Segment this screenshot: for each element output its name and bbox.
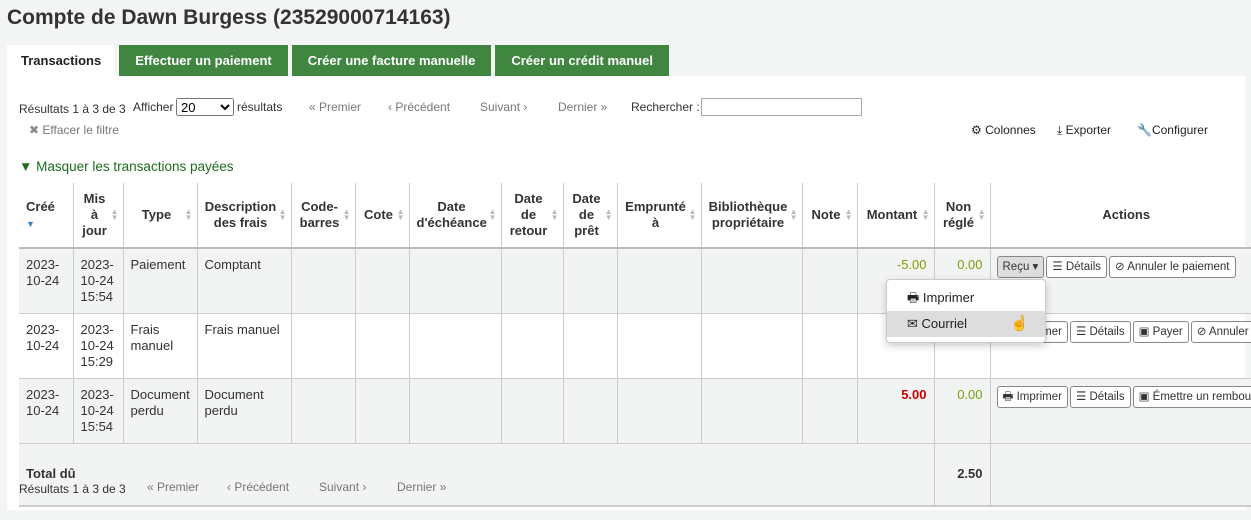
cell-updated: 2023-10-24 15:54 bbox=[73, 248, 124, 314]
receipt-dropdown-button[interactable]: Reçu ▾ bbox=[996, 256, 1045, 278]
footer-last-link[interactable]: Dernier » bbox=[397, 480, 446, 494]
col-home-library[interactable]: Bibliothèque propriétaire ▲ ▼ bbox=[701, 183, 803, 249]
clear-filter-label: Effacer le filtre bbox=[42, 123, 119, 137]
col-barcode[interactable]: Code-barres ▲ ▼ bbox=[291, 183, 356, 249]
wrench-icon: 🔧 bbox=[1137, 123, 1152, 137]
details-button[interactable]: ☰ Détails bbox=[1069, 321, 1131, 343]
page-title: Compte de Dawn Burgess (23529000714163) bbox=[7, 6, 451, 29]
cell-type: Frais manuel bbox=[123, 313, 198, 379]
filter-icon: ▼ bbox=[19, 159, 33, 174]
columns-label: Colonnes bbox=[985, 123, 1036, 137]
envelope-icon: ✉ bbox=[907, 316, 918, 331]
first-page-link[interactable]: « Premier bbox=[309, 100, 361, 114]
gear-icon: ⚙ bbox=[971, 123, 982, 137]
last-page-link[interactable]: Dernier » bbox=[558, 100, 607, 114]
printer-icon: 🖶 bbox=[907, 290, 920, 305]
col-checkout-library[interactable]: Emprunté à ▲ ▼ bbox=[617, 183, 702, 249]
col-note[interactable]: Note ▲ ▼ bbox=[802, 183, 858, 249]
hide-paid-label: Masquer les transactions payées bbox=[36, 159, 234, 174]
search-label: Rechercher : bbox=[631, 100, 700, 114]
total-row: Total dû 2.50 bbox=[19, 443, 1251, 507]
details-button[interactable]: ☰ Détails bbox=[1069, 386, 1131, 408]
details-button[interactable]: ☰ Détails bbox=[1046, 256, 1107, 278]
print-button[interactable]: 🖶 Imprimer bbox=[996, 386, 1068, 408]
cell-created: 2023-10-24 bbox=[19, 248, 74, 314]
export-label: Exporter bbox=[1065, 123, 1112, 137]
cell-description: Comptant bbox=[197, 248, 292, 314]
transactions-panel: Résultats 1 à 3 de 3 Afficher 20 résulta… bbox=[7, 76, 1251, 510]
total-value: 2.50 bbox=[933, 443, 991, 507]
results-info: Résultats 1 à 3 de 3 bbox=[19, 102, 126, 116]
tab-create-credit[interactable]: Créer un crédit manuel bbox=[495, 45, 669, 76]
cell-updated: 2023-10-24 15:29 bbox=[73, 313, 124, 379]
tab-make-payment[interactable]: Effectuer un paiement bbox=[119, 45, 288, 76]
col-description[interactable]: Description des frais ▲ ▼ bbox=[197, 183, 292, 249]
footer-first-link[interactable]: « Premier bbox=[147, 480, 199, 494]
show-label: Afficher bbox=[133, 100, 174, 114]
tab-create-invoice[interactable]: Créer une facture manuelle bbox=[291, 45, 492, 76]
col-updated[interactable]: Mis à jour ▲ ▼ bbox=[73, 183, 124, 249]
col-due-date[interactable]: Date d'échéance ▲ ▼ bbox=[409, 183, 502, 249]
cancel-charge-button[interactable]: ⊘ Annuler le paiement bbox=[1190, 321, 1251, 343]
cell-amount: 5.00 bbox=[857, 378, 935, 444]
hand-cursor-icon: ☝ bbox=[1010, 315, 1029, 332]
tab-bar: Transactions Effectuer un paiement Créer… bbox=[7, 45, 669, 76]
prev-page-link[interactable]: ‹ Précédent bbox=[388, 100, 450, 114]
cell-description: Document perdu bbox=[197, 378, 292, 444]
menu-item-print[interactable]: 🖶 Imprimer bbox=[887, 285, 1045, 311]
tab-transactions[interactable]: Transactions bbox=[7, 45, 116, 76]
refund-button[interactable]: ▣ Émettre un remboursement bbox=[1132, 386, 1251, 408]
table-row: 2023-10-24 2023-10-24 15:29 Frais manuel Fr… bbox=[19, 313, 1251, 379]
table-row: 2023-10-24 2023-10-24 15:54 Paiement Compta… bbox=[19, 248, 1251, 314]
col-return-date[interactable]: Date de retour ▲ ▼ bbox=[501, 183, 564, 249]
cell-type: Document perdu bbox=[123, 378, 198, 444]
search-input[interactable] bbox=[701, 98, 862, 116]
columns-button[interactable]: ⚙ Colonnes bbox=[971, 123, 1036, 137]
page-size-select[interactable]: 20 bbox=[176, 98, 234, 116]
col-created[interactable]: Créé ▼ bbox=[19, 183, 74, 249]
col-callnumber[interactable]: Cote ▲ ▼ bbox=[355, 183, 410, 249]
col-checkout-date[interactable]: Date de prêt ▲ ▼ bbox=[563, 183, 618, 249]
export-button[interactable]: ⤓ Exporter bbox=[1057, 123, 1111, 138]
col-actions: Actions bbox=[990, 183, 1251, 249]
footer-next-link[interactable]: Suivant › bbox=[319, 480, 366, 494]
configure-button[interactable]: 🔧Configurer bbox=[1137, 123, 1208, 137]
download-icon: ⤓ bbox=[1057, 123, 1063, 137]
table-row: 2023-10-24 2023-10-24 15:54 Document perdu… bbox=[19, 378, 1251, 444]
cell-type: Paiement bbox=[123, 248, 198, 314]
next-page-link[interactable]: Suivant › bbox=[480, 100, 527, 114]
col-amount[interactable]: Montant ▲ ▼ bbox=[857, 183, 935, 249]
cell-created: 2023-10-24 bbox=[19, 378, 74, 444]
hide-paid-link[interactable]: ▼ Masquer les transactions payées bbox=[19, 159, 234, 174]
receipt-dropdown-menu: 🖶 Imprimer ✉ Courriel ☝ bbox=[886, 279, 1046, 343]
cell-outstanding: 0.00 bbox=[934, 378, 991, 444]
cell-updated: 2023-10-24 15:54 bbox=[73, 378, 124, 444]
results-label: résultats bbox=[237, 100, 283, 114]
col-outstanding[interactable]: Non réglé ▲ ▼ bbox=[934, 183, 991, 249]
cell-description: Frais manuel bbox=[197, 313, 292, 379]
total-label: Total dû bbox=[19, 443, 934, 507]
configure-label: Configurer bbox=[1151, 123, 1208, 137]
menu-item-email[interactable]: ✉ Courriel ☝ bbox=[887, 311, 1045, 337]
x-icon: ✖ bbox=[29, 123, 40, 137]
col-type[interactable]: Type ▲ ▼ bbox=[123, 183, 198, 249]
clear-filter-button[interactable]: ✖ Effacer le filtre bbox=[29, 123, 119, 137]
pay-button[interactable]: ▣ Payer bbox=[1132, 321, 1189, 343]
footer-results-info: Résultats 1 à 3 de 3 bbox=[19, 482, 126, 496]
void-payment-button[interactable]: ⊘ Annuler le paiement bbox=[1109, 256, 1236, 278]
cell-created: 2023-10-24 bbox=[19, 313, 74, 379]
footer-prev-link[interactable]: ‹ Précédent bbox=[227, 480, 289, 494]
transactions-table: Créé ▼ Mis à jour ▲ ▼ Type ▲ ▼ Description d… bbox=[19, 183, 1251, 507]
